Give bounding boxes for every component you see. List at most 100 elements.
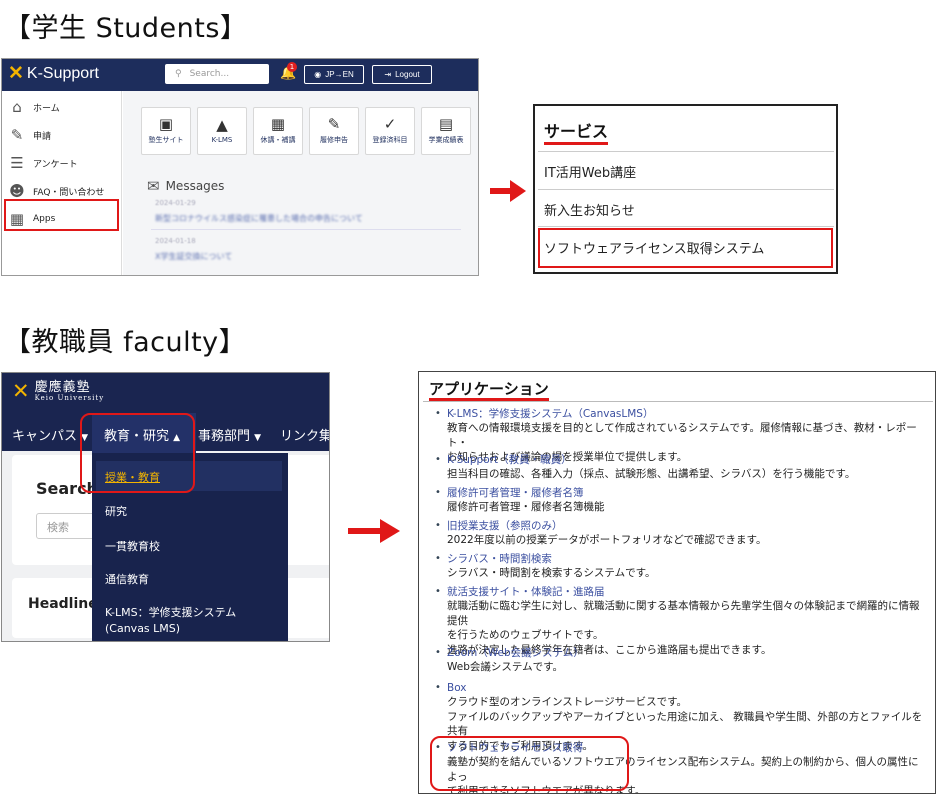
keio-x-logo-icon: ✕ [8, 63, 24, 84]
app-desc: クラウド型のオンラインストレージサービスです。 [447, 696, 688, 709]
graduation-cap-icon: ▲ [216, 116, 228, 134]
dropdown-item-research[interactable]: 研究 [105, 504, 127, 520]
application-icon: ✎ [10, 126, 24, 144]
sidebar-item-home[interactable]: ⌂ ホーム [2, 93, 122, 121]
nav-label: 事務部門 [198, 429, 251, 444]
keio-logo[interactable]: ✕ 慶應義塾 Keio University [12, 381, 104, 402]
bullet-icon: • [435, 647, 441, 658]
services-title: サービス [544, 122, 609, 141]
app-entry-ksupport: • K-Support（教員・職員） 担当科目の確認、各種入力（採点、試験形態、… [435, 453, 927, 482]
language-toggle-label: JP→EN [325, 70, 354, 79]
check-icon: ✓ [383, 115, 397, 133]
tile-student-site[interactable]: ▣ 塾生サイト [141, 107, 191, 155]
ksupport-sidebar: ⌂ ホーム ✎ 申請 ☰ アンケート ☻ FAQ・問い合わせ ▦ Apps [2, 91, 122, 275]
app-link[interactable]: 履修許可者管理・履修者名簿 [447, 486, 927, 500]
tile-grade-report[interactable]: ▤ 学業成績表 [421, 107, 471, 155]
nav-campus[interactable]: キャンパス ▼ [12, 425, 88, 444]
divider [538, 151, 834, 152]
bullet-icon: • [435, 454, 441, 465]
students-heading: 【学生 Students】 [4, 13, 248, 44]
app-desc: Web会議システムです。 [447, 661, 564, 674]
ksupport-panel: ✕ K-Support ⚲ Search... 🔔 1 ◉ JP→EN ⇥ Log… [1, 58, 479, 276]
message-date: 2024-01-18 [155, 237, 196, 245]
app-desc: 履修許可者管理・履修者名簿機能 [447, 501, 605, 514]
title-underline [544, 142, 608, 145]
app-desc: ファイルのバックアップやアーカイブといった用途に加え、 教職員や学生間、外部の方… [447, 710, 923, 738]
tile-registered-courses[interactable]: ✓ 登録済科目 [365, 107, 415, 155]
language-toggle-button[interactable]: ◉ JP→EN [304, 65, 364, 84]
calendar-icon: ▦ [270, 115, 286, 133]
globe-icon: ◉ [314, 70, 322, 79]
tile-label: 登録済科目 [372, 136, 408, 144]
tile-cancelled-classes[interactable]: ▦ 休講・補講 [253, 107, 303, 155]
message-link[interactable]: 新型コロナウイルス感染症に罹患した場合の申告について [155, 213, 363, 224]
tile-label: 学業成績表 [428, 136, 464, 144]
divider [423, 401, 933, 402]
app-desc: 就職活動に臨む学生に対し、就職活動に関する基本情報から先輩学生個々の体験記まで網… [447, 600, 920, 627]
tile-course-registration[interactable]: ✎ 履修申告 [309, 107, 359, 155]
apps-highlight-frame [4, 199, 119, 231]
notification-badge: 1 [287, 62, 297, 72]
services-panel: サービス IT活用Web講座 新入生お知らせ ソフトウェアライセンス取得システム [533, 104, 838, 274]
app-desc: 担当科目の確認、各種入力（採点、試験形態、出講希望、シラバス）を行う機能です。 [447, 468, 856, 481]
ksupport-logo[interactable]: ✕ K-Support [8, 64, 99, 83]
bullet-icon: • [435, 553, 441, 564]
sidebar-item-application[interactable]: ✎ 申請 [2, 121, 122, 149]
message-divider [151, 229, 461, 230]
ksupport-main: ▣ 塾生サイト ▲ K-LMS ▦ 休講・補講 ✎ 履修申告 ✓ 登録済科目 ▤… [123, 91, 478, 275]
service-item-it-web-course[interactable]: IT活用Web講座 [544, 162, 636, 181]
nav-label: キャンパス [12, 429, 78, 444]
sidebar-item-survey[interactable]: ☰ アンケート [2, 149, 122, 177]
app-desc: シラバス・時間割を検索するシステムです。 [447, 567, 656, 580]
sidebar-item-label: アンケート [33, 159, 78, 170]
tile-label: K-LMS [211, 136, 233, 144]
app-link[interactable]: Zoom（Web会議システム） [447, 646, 927, 660]
notification-bell-icon[interactable]: 🔔 1 [280, 62, 297, 81]
chevron-down-icon: ▼ [254, 433, 262, 443]
app-entry-legacy: • 旧授業支援（参照のみ） 2022年度以前の授業データがポートフォリオなどで確… [435, 519, 927, 548]
faculty-heading: 【教職員 faculty】 [4, 327, 247, 358]
app-desc: 2022年度以前の授業データがポートフォリオなどで確認できます。 [447, 534, 767, 547]
applications-title: アプリケーション [429, 380, 549, 398]
nav-links[interactable]: リンク集 [280, 425, 330, 444]
message-link[interactable]: X学生証交換について [155, 251, 232, 262]
tile-label: 塾生サイト [148, 136, 184, 144]
nav-administration[interactable]: 事務部門 ▼ [198, 425, 261, 444]
app-link[interactable]: Box [447, 681, 927, 695]
logout-button[interactable]: ⇥ Logout [372, 65, 432, 84]
nav-label: リンク集 [280, 429, 330, 444]
ksupport-search-input[interactable]: ⚲ Search... [165, 64, 269, 84]
right-arrow-icon [348, 519, 400, 543]
keio-logo-en: Keio University [34, 393, 105, 402]
bullet-icon: • [435, 520, 441, 531]
envelope-icon: ✉ [147, 177, 160, 195]
sidebar-item-label: FAQ・問い合わせ [33, 187, 105, 198]
tile-klms[interactable]: ▲ K-LMS [197, 107, 247, 155]
tile-label: 履修申告 [320, 136, 348, 144]
software-license-highlight-frame [430, 736, 629, 791]
report-icon: ▤ [438, 115, 454, 133]
keio-portal-panel: ✕ 慶應義塾 Keio University キャンパス ▼ 教育・研究 ▲ 事… [1, 372, 330, 642]
app-link[interactable]: K-LMS：学修支援システム（CanvasLMS） [447, 407, 927, 421]
app-link[interactable]: 就活支援サイト・体験記・進路届 [447, 585, 927, 599]
keio-logo-text: 慶應義塾 Keio University [35, 381, 105, 402]
app-link[interactable]: シラバス・時間割検索 [447, 552, 927, 566]
search-placeholder: Search... [189, 69, 230, 79]
bullet-icon: • [435, 586, 441, 597]
applications-panel: アプリケーション • K-LMS：学修支援システム（CanvasLMS） 教育へ… [418, 371, 936, 794]
bullet-icon: • [435, 487, 441, 498]
right-arrow-icon [490, 180, 526, 202]
messages-heading: ✉ Messages [147, 177, 224, 195]
dropdown-item-correspondence[interactable]: 通信教育 [105, 572, 149, 588]
headline-title: Headline [28, 596, 98, 612]
sidebar-item-label: ホーム [33, 103, 60, 114]
app-entry-zoom: • Zoom（Web会議システム） Web会議システムです。 [435, 646, 927, 675]
app-link[interactable]: K-Support（教員・職員） [447, 453, 927, 467]
dropdown-item-affiliated-schools[interactable]: 一貫教育校 [105, 539, 160, 555]
service-item-freshman-notice[interactable]: 新入生お知らせ [544, 200, 635, 219]
message-date: 2024-01-29 [155, 199, 196, 207]
dropdown-item-klms[interactable]: K-LMS：学修支援システム (Canvas LMS) [105, 605, 275, 637]
ksupport-logo-text: K-Support [26, 64, 99, 82]
app-link[interactable]: 旧授業支援（参照のみ） [447, 519, 927, 533]
logout-label: Logout [395, 70, 420, 79]
